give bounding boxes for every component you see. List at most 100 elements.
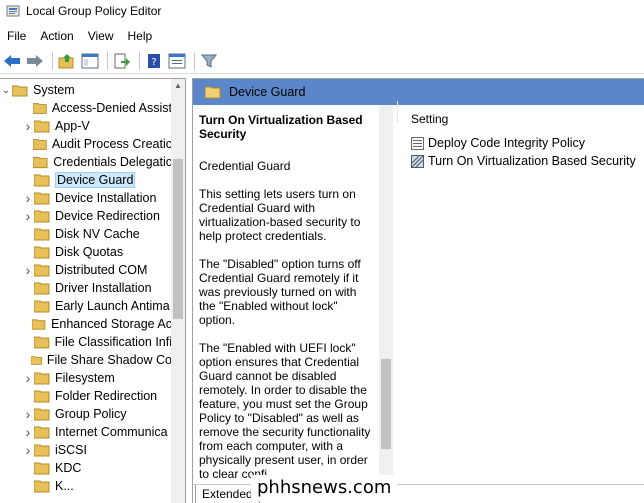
- title-bar: Local Group Policy Editor: [0, 0, 644, 22]
- details-header: Device Guard: [193, 79, 644, 105]
- tree-item[interactable]: Driver Installation: [0, 279, 172, 297]
- menu-action[interactable]: Action: [33, 29, 80, 43]
- tree-item-label: Disk NV Cache: [55, 227, 140, 241]
- tree-item-label: Internet Communica: [55, 425, 168, 439]
- scroll-up-icon[interactable]: ▲: [171, 79, 185, 93]
- tree-item[interactable]: › iSCSI: [0, 441, 172, 459]
- expand-arrow-icon[interactable]: ›: [22, 369, 34, 387]
- tree-scrollbar[interactable]: ▲: [171, 79, 185, 503]
- folder-open-icon: [12, 85, 28, 96]
- tree-item[interactable]: Early Launch Antima: [0, 297, 172, 315]
- details-header-title: Device Guard: [229, 85, 306, 99]
- description-scrollbar-thumb[interactable]: [381, 359, 391, 449]
- column-header-setting[interactable]: Setting: [411, 112, 448, 126]
- tree-item[interactable]: K...: [0, 477, 172, 495]
- menu-help[interactable]: Help: [121, 29, 160, 43]
- tree-item[interactable]: Credentials Delegatic: [0, 153, 172, 171]
- console-tree[interactable]: ⌄ System Access-Denied Assist › App-V Audit…: [0, 78, 186, 503]
- tree-item-label: Audit Process Creatic: [51, 137, 172, 151]
- menu-bar: File Action View Help: [0, 25, 644, 47]
- tree-item-label: Disk Quotas: [55, 245, 124, 259]
- toolbar-separator: [139, 52, 140, 70]
- tree-item[interactable]: › Internet Communica: [0, 423, 172, 441]
- tree-item[interactable]: Enhanced Storage Ac: [0, 315, 172, 333]
- tree-item[interactable]: › Filesystem: [0, 369, 172, 387]
- tree-item[interactable]: › Device Redirection: [0, 207, 172, 225]
- folder-icon: [34, 444, 50, 456]
- description-scrollbar[interactable]: [379, 105, 393, 485]
- folder-icon: [34, 426, 50, 438]
- tree-item[interactable]: Device Guard: [0, 171, 172, 189]
- show-hide-tree-button[interactable]: [80, 51, 100, 71]
- collapse-arrow-icon[interactable]: ⌄: [0, 81, 12, 99]
- toolbar-separator: [107, 52, 108, 70]
- tree-item[interactable]: File Classification Infi: [0, 333, 172, 351]
- tree-item-label: Enhanced Storage Ac: [51, 317, 172, 331]
- tree-item[interactable]: › Distributed COM: [0, 261, 172, 279]
- tree-item-label: System: [33, 83, 75, 97]
- folder-icon: [34, 480, 50, 492]
- folder-icon: [34, 246, 50, 258]
- toolbar-divider: [0, 73, 644, 74]
- tree-item[interactable]: › App-V: [0, 117, 172, 135]
- tree-item[interactable]: Folder Redirection: [0, 387, 172, 405]
- expand-arrow-icon[interactable]: ›: [22, 441, 34, 459]
- tree-item-system[interactable]: ⌄ System: [0, 81, 172, 99]
- expand-arrow-icon[interactable]: ›: [22, 189, 34, 207]
- toolbar-separator: [194, 52, 195, 70]
- folder-icon: [34, 228, 50, 240]
- tree-item[interactable]: File Share Shadow Co: [0, 351, 172, 369]
- tree-item-label: K...: [55, 479, 74, 493]
- tree-item[interactable]: Access-Denied Assist: [0, 99, 172, 117]
- tree-scrollbar-thumb[interactable]: [173, 159, 183, 319]
- back-button[interactable]: [2, 51, 22, 71]
- tree-item-label: File Share Shadow Co: [46, 353, 172, 367]
- expand-arrow-icon[interactable]: ›: [22, 117, 34, 135]
- export-icon: [114, 53, 130, 69]
- tree-item-label: Folder Redirection: [55, 389, 158, 403]
- tree-item-label: Device Redirection: [55, 209, 160, 223]
- group-policy-app-icon: [6, 5, 20, 17]
- menu-view[interactable]: View: [81, 29, 121, 43]
- folder-icon: [34, 120, 50, 132]
- setting-deploy-code-integrity[interactable]: Deploy Code Integrity Policy: [411, 134, 585, 152]
- forward-arrow-icon: [27, 55, 43, 67]
- tree-item[interactable]: › Group Policy: [0, 405, 172, 423]
- expand-arrow-icon[interactable]: ›: [22, 261, 34, 279]
- forward-button[interactable]: [25, 51, 45, 71]
- up-one-level-button[interactable]: [57, 51, 77, 71]
- folder-icon: [34, 390, 50, 402]
- tree-item[interactable]: Audit Process Creatic: [0, 135, 172, 153]
- setting-label: Deploy Code Integrity Policy: [428, 136, 586, 150]
- column-divider: [397, 101, 398, 123]
- tab-extended[interactable]: Extended: [195, 485, 260, 503]
- filter-button[interactable]: [199, 51, 219, 71]
- tree-item-label: Distributed COM: [55, 263, 148, 277]
- back-arrow-icon: [4, 55, 20, 67]
- up-folder-icon: [58, 54, 74, 69]
- tree-item-label: App-V: [55, 119, 90, 133]
- folder-icon: [32, 318, 46, 330]
- tree-item[interactable]: Disk Quotas: [0, 243, 172, 261]
- tree-item-label: File Classification Infi: [54, 335, 172, 349]
- folder-icon: [34, 300, 50, 312]
- policy-setting-icon: [411, 154, 424, 168]
- tree-item[interactable]: KDC: [0, 459, 172, 477]
- export-list-button[interactable]: [112, 51, 132, 71]
- expand-arrow-icon[interactable]: ›: [22, 207, 34, 225]
- tree-item[interactable]: › Device Installation: [0, 189, 172, 207]
- properties-button[interactable]: [167, 51, 187, 71]
- help-button[interactable]: ?: [144, 51, 164, 71]
- tree-item[interactable]: Disk NV Cache: [0, 225, 172, 243]
- expand-arrow-icon[interactable]: ›: [22, 423, 34, 441]
- tree-item-label: Access-Denied Assist: [51, 101, 172, 115]
- expand-arrow-icon[interactable]: ›: [22, 405, 34, 423]
- setting-turn-on-vbs[interactable]: Turn On Virtualization Based Security: [411, 152, 636, 170]
- menu-file[interactable]: File: [0, 29, 33, 43]
